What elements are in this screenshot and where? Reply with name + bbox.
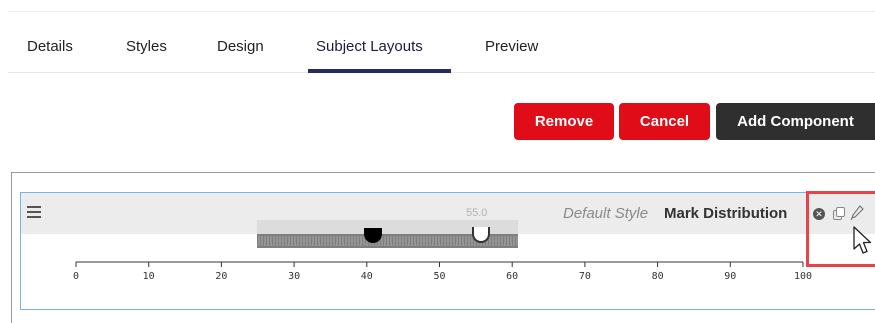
axis-tick-label: 0: [72, 271, 80, 282]
axis-tick-label: 70: [578, 271, 591, 282]
style-name: Default Style: [563, 205, 649, 222]
active-tab-indicator: [308, 69, 451, 73]
hamburger-icon[interactable]: [27, 206, 41, 218]
axis-tick-label: 80: [651, 271, 664, 282]
tab-design[interactable]: Design: [217, 38, 264, 55]
tab-bar: Details Styles Design Subject Layouts Pr…: [8, 0, 875, 73]
slider-value-label: 55.0: [466, 207, 488, 219]
axis-tick-label: 10: [142, 271, 155, 282]
component-title: Mark Distribution: [664, 205, 788, 222]
remove-button[interactable]: Remove: [514, 103, 614, 140]
tab-details[interactable]: Details: [27, 38, 73, 55]
tab-subject-layouts[interactable]: Subject Layouts: [316, 38, 423, 55]
cancel-button[interactable]: Cancel: [619, 103, 710, 140]
add-component-button[interactable]: Add Component: [716, 103, 875, 140]
axis-tick-label: 20: [215, 271, 228, 282]
highlight-box: [806, 191, 875, 267]
axis-tick-label: 90: [724, 271, 737, 282]
axis-tick-label: 50: [433, 271, 446, 282]
axis-tick-label: 100: [793, 271, 813, 282]
axis-tick-label: 40: [360, 271, 373, 282]
axis-tick-label: 60: [506, 271, 519, 282]
tab-preview[interactable]: Preview: [485, 38, 538, 55]
page: Details Styles Design Subject Layouts Pr…: [0, 0, 875, 323]
tab-styles[interactable]: Styles: [126, 38, 167, 55]
axis-tick-label: 30: [288, 271, 301, 282]
